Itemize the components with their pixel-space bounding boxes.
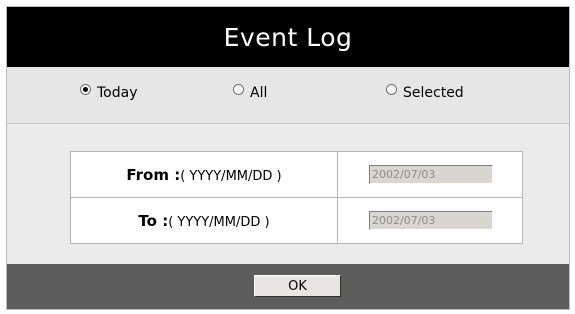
to-label-cell: To :( YYYY/MM/DD ) xyxy=(70,197,338,244)
event-log-dialog: Event Log Today All Selected From :( YYY… xyxy=(6,6,570,310)
radio-today[interactable]: Today xyxy=(80,84,138,101)
radio-all-label: All xyxy=(250,85,268,101)
from-row: From :( YYYY/MM/DD ) 2002/07/03 xyxy=(70,151,523,198)
from-label-cell: From :( YYYY/MM/DD ) xyxy=(70,151,338,198)
dialog-title: Event Log xyxy=(7,7,569,67)
ok-button[interactable]: OK xyxy=(254,275,341,297)
dialog-footer: OK xyxy=(7,264,569,309)
from-date-field[interactable]: 2002/07/03 xyxy=(369,165,493,184)
radio-all[interactable]: All xyxy=(233,84,268,101)
radio-today-label: Today xyxy=(97,85,138,101)
radio-selected[interactable]: Selected xyxy=(386,84,464,101)
to-value-cell: 2002/07/03 xyxy=(337,197,523,244)
to-date-field[interactable]: 2002/07/03 xyxy=(369,211,493,230)
date-range-table: From :( YYYY/MM/DD ) 2002/07/03 To :( YY… xyxy=(70,151,523,244)
period-radio-group: Today All Selected xyxy=(7,67,569,124)
radio-selected-indicator[interactable] xyxy=(386,84,397,95)
from-label: From : xyxy=(126,165,181,184)
radio-selected-label: Selected xyxy=(403,85,464,101)
from-format-hint: ( YYYY/MM/DD ) xyxy=(180,168,282,184)
radio-all-indicator[interactable] xyxy=(233,84,244,95)
date-range-section: From :( YYYY/MM/DD ) 2002/07/03 To :( YY… xyxy=(7,124,569,265)
to-row: To :( YYYY/MM/DD ) 2002/07/03 xyxy=(70,197,523,244)
from-value-cell: 2002/07/03 xyxy=(337,151,523,198)
to-format-hint: ( YYYY/MM/DD ) xyxy=(168,214,270,230)
radio-today-indicator[interactable] xyxy=(80,84,91,95)
to-label: To : xyxy=(138,211,169,230)
